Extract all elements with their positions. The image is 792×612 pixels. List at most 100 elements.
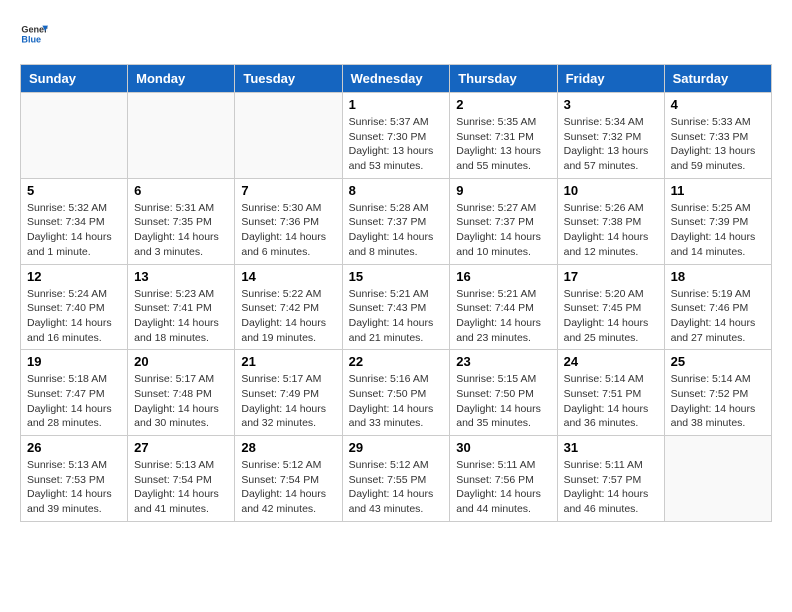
calendar-day-cell bbox=[21, 93, 128, 179]
weekday-header: Saturday bbox=[664, 65, 771, 93]
calendar-day-cell: 4 Sunrise: 5:33 AM Sunset: 7:33 PM Daylig… bbox=[664, 93, 771, 179]
day-number: 21 bbox=[241, 354, 335, 369]
day-number: 26 bbox=[27, 440, 121, 455]
calendar-day-cell: 16 Sunrise: 5:21 AM Sunset: 7:44 PM Dayli… bbox=[450, 264, 557, 350]
calendar-day-cell: 9Sunrise: 5:27 AM Sunset: 7:37 PM Daylig… bbox=[450, 178, 557, 264]
calendar-day-cell: 17Sunrise: 5:20 AM Sunset: 7:45 PM Dayli… bbox=[557, 264, 664, 350]
day-number: 27 bbox=[134, 440, 228, 455]
day-number: 24 bbox=[564, 354, 658, 369]
calendar-day-cell: 1 Sunrise: 5:37 AM Sunset: 7:30 PM Daylig… bbox=[342, 93, 450, 179]
day-info: Sunrise: 5:33 AM Sunset: 7:33 PM Dayligh… bbox=[671, 115, 765, 174]
day-number: 2 bbox=[456, 97, 550, 112]
weekday-header: Thursday bbox=[450, 65, 557, 93]
calendar-day-cell: 24 Sunrise: 5:14 AM Sunset: 7:51 PM Dayli… bbox=[557, 350, 664, 436]
day-number: 8 bbox=[349, 183, 444, 198]
weekday-header: Tuesday bbox=[235, 65, 342, 93]
day-info: Sunrise: 5:26 AM Sunset: 7:38 PM Dayligh… bbox=[564, 201, 658, 260]
day-number: 4 bbox=[671, 97, 765, 112]
day-number: 10 bbox=[564, 183, 658, 198]
calendar-day-cell bbox=[664, 436, 771, 522]
calendar-day-cell: 20 Sunrise: 5:17 AM Sunset: 7:48 PM Dayli… bbox=[128, 350, 235, 436]
calendar-day-cell: 7 Sunrise: 5:30 AM Sunset: 7:36 PM Daylig… bbox=[235, 178, 342, 264]
day-info: Sunrise: 5:28 AM Sunset: 7:37 PM Dayligh… bbox=[349, 201, 444, 260]
day-number: 11 bbox=[671, 183, 765, 198]
calendar-day-cell: 30Sunrise: 5:11 AM Sunset: 7:56 PM Dayli… bbox=[450, 436, 557, 522]
day-info: Sunrise: 5:21 AM Sunset: 7:43 PM Dayligh… bbox=[349, 287, 444, 346]
calendar-day-cell: 5Sunrise: 5:32 AM Sunset: 7:34 PM Daylig… bbox=[21, 178, 128, 264]
calendar-day-cell: 2 Sunrise: 5:35 AM Sunset: 7:31 PM Daylig… bbox=[450, 93, 557, 179]
day-number: 3 bbox=[564, 97, 658, 112]
day-info: Sunrise: 5:30 AM Sunset: 7:36 PM Dayligh… bbox=[241, 201, 335, 260]
weekday-header: Friday bbox=[557, 65, 664, 93]
day-number: 5 bbox=[27, 183, 121, 198]
day-number: 20 bbox=[134, 354, 228, 369]
calendar-week-row: 1 Sunrise: 5:37 AM Sunset: 7:30 PM Daylig… bbox=[21, 93, 772, 179]
day-number: 6 bbox=[134, 183, 228, 198]
calendar-header-row: SundayMondayTuesdayWednesdayThursdayFrid… bbox=[21, 65, 772, 93]
calendar-day-cell: 22Sunrise: 5:16 AM Sunset: 7:50 PM Dayli… bbox=[342, 350, 450, 436]
day-info: Sunrise: 5:14 AM Sunset: 7:51 PM Dayligh… bbox=[564, 372, 658, 431]
calendar-day-cell bbox=[128, 93, 235, 179]
calendar-day-cell: 31 Sunrise: 5:11 AM Sunset: 7:57 PM Dayli… bbox=[557, 436, 664, 522]
weekday-header: Monday bbox=[128, 65, 235, 93]
day-number: 17 bbox=[564, 269, 658, 284]
calendar-week-row: 12 Sunrise: 5:24 AM Sunset: 7:40 PM Dayli… bbox=[21, 264, 772, 350]
day-info: Sunrise: 5:21 AM Sunset: 7:44 PM Dayligh… bbox=[456, 287, 550, 346]
day-number: 29 bbox=[349, 440, 444, 455]
calendar-day-cell: 13Sunrise: 5:23 AM Sunset: 7:41 PM Dayli… bbox=[128, 264, 235, 350]
logo: General Blue bbox=[20, 20, 48, 48]
calendar-day-cell: 15 Sunrise: 5:21 AM Sunset: 7:43 PM Dayli… bbox=[342, 264, 450, 350]
day-number: 12 bbox=[27, 269, 121, 284]
calendar-day-cell: 12 Sunrise: 5:24 AM Sunset: 7:40 PM Dayli… bbox=[21, 264, 128, 350]
svg-text:Blue: Blue bbox=[21, 34, 41, 44]
day-info: Sunrise: 5:34 AM Sunset: 7:32 PM Dayligh… bbox=[564, 115, 658, 174]
day-number: 31 bbox=[564, 440, 658, 455]
page-header: General Blue bbox=[20, 20, 772, 48]
day-info: Sunrise: 5:31 AM Sunset: 7:35 PM Dayligh… bbox=[134, 201, 228, 260]
day-info: Sunrise: 5:13 AM Sunset: 7:54 PM Dayligh… bbox=[134, 458, 228, 517]
day-info: Sunrise: 5:16 AM Sunset: 7:50 PM Dayligh… bbox=[349, 372, 444, 431]
day-number: 23 bbox=[456, 354, 550, 369]
day-info: Sunrise: 5:35 AM Sunset: 7:31 PM Dayligh… bbox=[456, 115, 550, 174]
weekday-header: Sunday bbox=[21, 65, 128, 93]
day-info: Sunrise: 5:12 AM Sunset: 7:55 PM Dayligh… bbox=[349, 458, 444, 517]
calendar-day-cell: 27 Sunrise: 5:13 AM Sunset: 7:54 PM Dayli… bbox=[128, 436, 235, 522]
day-number: 16 bbox=[456, 269, 550, 284]
calendar-day-cell: 18 Sunrise: 5:19 AM Sunset: 7:46 PM Dayli… bbox=[664, 264, 771, 350]
day-info: Sunrise: 5:12 AM Sunset: 7:54 PM Dayligh… bbox=[241, 458, 335, 517]
calendar-week-row: 26 Sunrise: 5:13 AM Sunset: 7:53 PM Dayli… bbox=[21, 436, 772, 522]
day-number: 13 bbox=[134, 269, 228, 284]
day-info: Sunrise: 5:11 AM Sunset: 7:57 PM Dayligh… bbox=[564, 458, 658, 517]
day-info: Sunrise: 5:17 AM Sunset: 7:48 PM Dayligh… bbox=[134, 372, 228, 431]
day-info: Sunrise: 5:22 AM Sunset: 7:42 PM Dayligh… bbox=[241, 287, 335, 346]
day-info: Sunrise: 5:19 AM Sunset: 7:46 PM Dayligh… bbox=[671, 287, 765, 346]
day-number: 25 bbox=[671, 354, 765, 369]
day-number: 18 bbox=[671, 269, 765, 284]
calendar-day-cell: 14Sunrise: 5:22 AM Sunset: 7:42 PM Dayli… bbox=[235, 264, 342, 350]
day-number: 19 bbox=[27, 354, 121, 369]
calendar-day-cell: 21 Sunrise: 5:17 AM Sunset: 7:49 PM Dayli… bbox=[235, 350, 342, 436]
calendar-week-row: 5Sunrise: 5:32 AM Sunset: 7:34 PM Daylig… bbox=[21, 178, 772, 264]
calendar-day-cell: 8 Sunrise: 5:28 AM Sunset: 7:37 PM Daylig… bbox=[342, 178, 450, 264]
day-info: Sunrise: 5:17 AM Sunset: 7:49 PM Dayligh… bbox=[241, 372, 335, 431]
day-number: 1 bbox=[349, 97, 444, 112]
weekday-header: Wednesday bbox=[342, 65, 450, 93]
calendar-day-cell bbox=[235, 93, 342, 179]
day-info: Sunrise: 5:15 AM Sunset: 7:50 PM Dayligh… bbox=[456, 372, 550, 431]
day-number: 28 bbox=[241, 440, 335, 455]
day-info: Sunrise: 5:37 AM Sunset: 7:30 PM Dayligh… bbox=[349, 115, 444, 174]
calendar-day-cell: 23 Sunrise: 5:15 AM Sunset: 7:50 PM Dayli… bbox=[450, 350, 557, 436]
calendar-day-cell: 6 Sunrise: 5:31 AM Sunset: 7:35 PM Daylig… bbox=[128, 178, 235, 264]
day-number: 30 bbox=[456, 440, 550, 455]
day-info: Sunrise: 5:13 AM Sunset: 7:53 PM Dayligh… bbox=[27, 458, 121, 517]
day-info: Sunrise: 5:18 AM Sunset: 7:47 PM Dayligh… bbox=[27, 372, 121, 431]
day-number: 7 bbox=[241, 183, 335, 198]
day-info: Sunrise: 5:24 AM Sunset: 7:40 PM Dayligh… bbox=[27, 287, 121, 346]
logo-icon: General Blue bbox=[20, 20, 48, 48]
day-info: Sunrise: 5:14 AM Sunset: 7:52 PM Dayligh… bbox=[671, 372, 765, 431]
calendar-day-cell: 29 Sunrise: 5:12 AM Sunset: 7:55 PM Dayli… bbox=[342, 436, 450, 522]
day-info: Sunrise: 5:25 AM Sunset: 7:39 PM Dayligh… bbox=[671, 201, 765, 260]
calendar-day-cell: 19 Sunrise: 5:18 AM Sunset: 7:47 PM Dayli… bbox=[21, 350, 128, 436]
calendar-day-cell: 3 Sunrise: 5:34 AM Sunset: 7:32 PM Daylig… bbox=[557, 93, 664, 179]
day-number: 15 bbox=[349, 269, 444, 284]
